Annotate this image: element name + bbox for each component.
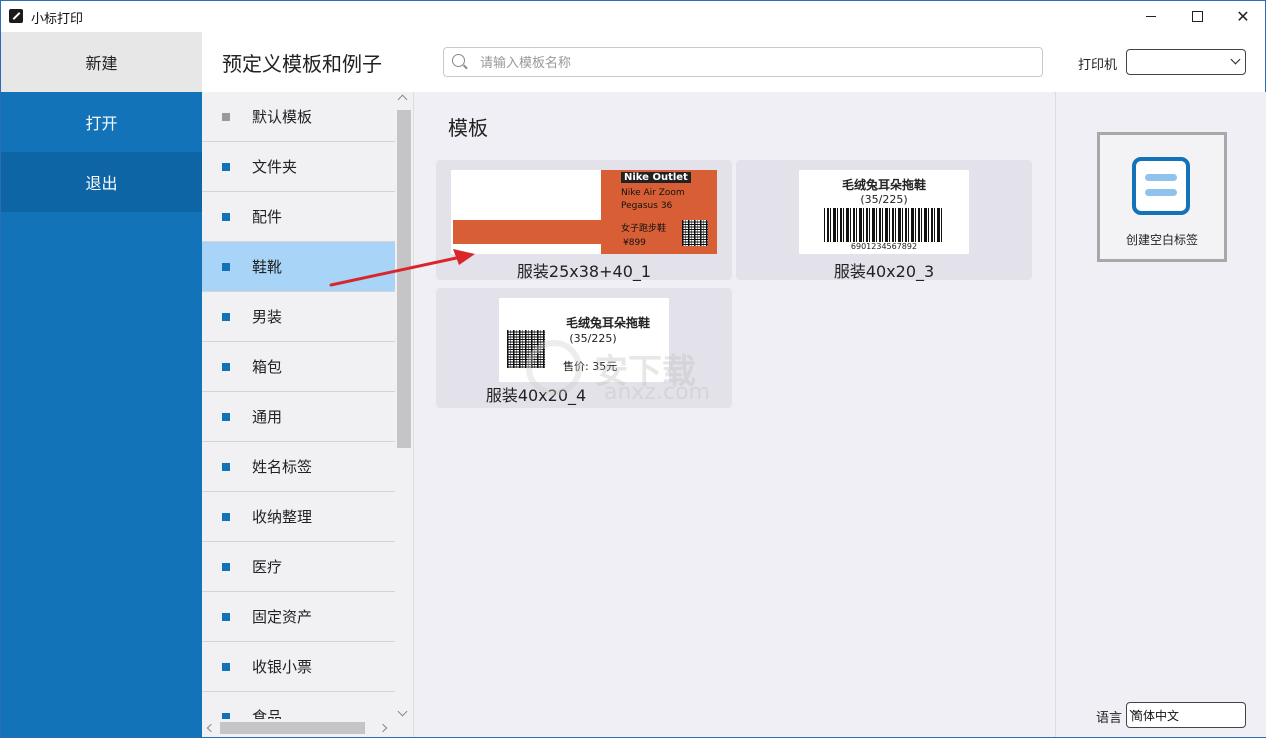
category-label: 医疗 (252, 558, 283, 576)
category-label: 姓名标签 (252, 458, 313, 476)
category-bullet-icon (222, 662, 230, 671)
tag-line1-text: Nike Air Zoom (621, 188, 685, 198)
scroll-right-icon[interactable] (378, 723, 388, 733)
category-item[interactable]: 默认模板 (202, 92, 395, 142)
minimize-button[interactable] (1128, 1, 1174, 32)
category-label: 鞋靴 (252, 258, 283, 276)
label-product-text: 毛绒兔耳朵拖鞋 (841, 178, 926, 192)
category-list: 默认模板 文件夹 配件 鞋靴 男装 箱包 通用 姓名标签 收纳整理 医疗 固定资… (202, 92, 414, 737)
create-blank-label-text: 创建空白标签 (1125, 233, 1198, 247)
category-item[interactable]: 文件夹 (202, 142, 395, 192)
category-label: 固定资产 (252, 608, 313, 626)
category-bullet-icon (222, 512, 230, 521)
create-blank-label-button[interactable]: 创建空白标签 (1097, 132, 1227, 262)
left-nav: 新建 打开 退出 (1, 32, 202, 737)
category-item[interactable]: 男装 (202, 292, 395, 342)
printer-select[interactable] (1126, 49, 1246, 75)
category-item[interactable]: 收纳整理 (202, 492, 395, 542)
tag-price-text: ¥899 (623, 238, 646, 248)
window-title: 小标打印 (31, 12, 84, 27)
search-input[interactable] (478, 52, 1022, 74)
scroll-up-icon[interactable] (397, 94, 408, 105)
category-horizontal-scrollbar[interactable] (202, 719, 395, 737)
tag-line3-text: 女子跑步鞋 (621, 224, 667, 234)
tag-line2-text: Pegasus 36 (621, 201, 673, 211)
category-bullet-icon (222, 462, 230, 471)
blank-label-icon (1132, 157, 1190, 215)
category-item[interactable]: 配件 (202, 192, 395, 242)
nav-open-button[interactable]: 打开 (1, 92, 202, 152)
barcode-number-text: 6901234567892 (850, 242, 918, 251)
category-bullet-icon (222, 612, 230, 621)
watermark: 安下载 anxz.com (520, 336, 740, 406)
category-bullet-icon (222, 212, 230, 221)
nav-new-button[interactable]: 新建 (1, 32, 202, 92)
category-bullet-icon (222, 312, 230, 321)
category-bullet-icon (222, 162, 230, 171)
category-item[interactable]: 箱包 (202, 342, 395, 392)
template-thumbnail: 毛绒兔耳朵拖鞋 (35/225) 6901234567892 (799, 170, 969, 254)
template-name: 服装25x38+40_1 (516, 262, 652, 281)
close-icon: ✕ (1236, 7, 1250, 26)
search-icon (452, 54, 465, 67)
label-size-text: (35/225) (860, 193, 908, 206)
template-name: 服装40x20_3 (833, 262, 935, 281)
watermark-sub-text: anxz.com (604, 380, 710, 405)
language-label: 语言 (1096, 711, 1123, 726)
template-thumbnail: Nike Outlet Nike Air Zoom Pegasus 36 女子跑… (451, 170, 717, 254)
category-item[interactable]: 姓名标签 (202, 442, 395, 492)
category-label: 收银小票 (252, 658, 313, 676)
nav-exit-button[interactable]: 退出 (1, 152, 202, 212)
barcode-icon (824, 208, 944, 242)
template-card[interactable]: 毛绒兔耳朵拖鞋 (35/225) 6901234567892 服装40x20_3 (736, 160, 1032, 281)
category-label: 文件夹 (252, 158, 298, 176)
category-label: 配件 (252, 208, 283, 226)
category-item[interactable]: 固定资产 (202, 592, 395, 642)
category-item[interactable]: 医疗 (202, 542, 395, 592)
category-label: 默认模板 (252, 108, 313, 126)
category-bullet-icon (222, 412, 230, 421)
maximize-icon (1191, 11, 1203, 22)
templates-area: 模板 Nike Outlet Nike Air Zoom Pegasus 36 … (414, 92, 1054, 737)
printer-label: 打印机 (1078, 58, 1118, 73)
search-box[interactable] (443, 47, 1043, 77)
blank-label-panel: 创建空白标签 语言 简体中文 (1055, 92, 1266, 737)
category-item-selected[interactable]: 鞋靴 (202, 242, 395, 292)
app-logo-icon (9, 9, 23, 23)
scroll-left-icon[interactable] (206, 723, 216, 733)
template-card[interactable]: Nike Outlet Nike Air Zoom Pegasus 36 女子跑… (436, 160, 732, 281)
category-item[interactable]: 收银小票 (202, 642, 395, 692)
category-label: 收纳整理 (252, 508, 313, 526)
close-button[interactable]: ✕ (1220, 1, 1266, 32)
category-label: 箱包 (252, 358, 283, 376)
category-bullet-icon (222, 362, 230, 371)
app-window: 小标打印 ✕ 新建 打开 退出 预定义模板和例子 打印机 默认模板 文件夹 配件… (0, 0, 1266, 738)
category-label: 通用 (252, 408, 283, 426)
title-bar: 小标打印 ✕ (1, 1, 1265, 32)
category-item[interactable]: 通用 (202, 392, 395, 442)
watermark-shield-icon (526, 340, 582, 396)
category-bullet-icon (222, 112, 230, 121)
minimize-icon (1146, 16, 1156, 17)
qr-code-icon (682, 220, 708, 246)
tag-strap (453, 220, 603, 244)
tag-brand-text: Nike Outlet (621, 172, 691, 183)
category-vertical-scrollbar[interactable] (395, 92, 412, 737)
category-bullet-icon (222, 562, 230, 571)
header-bar: 预定义模板和例子 打印机 (202, 32, 1265, 93)
language-select[interactable]: 简体中文 (1126, 702, 1246, 728)
category-label: 男装 (252, 308, 283, 326)
horizontal-scroll-thumb[interactable] (220, 722, 365, 734)
scroll-down-icon[interactable] (397, 706, 408, 717)
templates-section-title: 模板 (448, 116, 488, 140)
page-title: 预定义模板和例子 (222, 52, 382, 76)
maximize-button[interactable] (1174, 1, 1220, 32)
category-bullet-icon (222, 262, 230, 271)
label-product-text: 毛绒兔耳朵拖鞋 (565, 316, 650, 330)
chevron-down-icon (1230, 54, 1241, 65)
